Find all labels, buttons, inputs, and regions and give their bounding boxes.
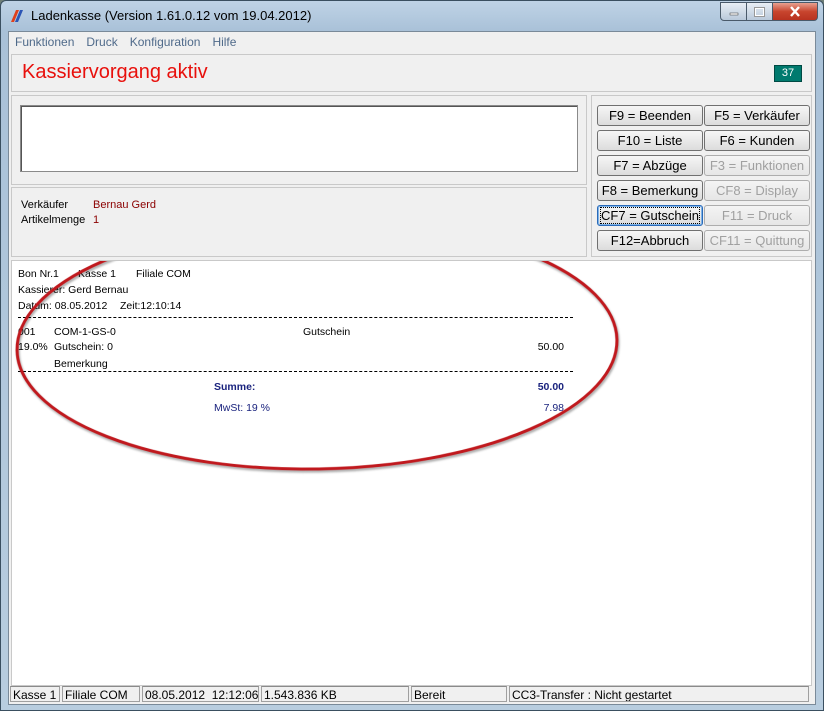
function-buttons: F9 = Beenden F5 = Verkäufer F10 = Liste …	[591, 95, 812, 257]
client-area: Funktionen Druck Konfiguration Hilfe Kas…	[8, 31, 816, 705]
info-panel: Verkäufer Bernau Gerd Artikelmenge 1	[11, 187, 587, 257]
close-button[interactable]	[773, 2, 818, 21]
seller-label: Verkäufer	[21, 199, 69, 211]
status-filiale: Filiale COM	[62, 686, 140, 702]
maximize-button[interactable]	[747, 2, 773, 21]
status-title: Kassiervorgang aktiv	[22, 61, 208, 83]
cf8-display-button[interactable]: CF8 = Display	[704, 180, 810, 201]
cf11-quittung-button[interactable]: CF11 = Quittung	[704, 230, 810, 251]
status-transfer: CC3-Transfer : Nicht gestartet	[509, 686, 809, 702]
f9-beenden-button[interactable]: F9 = Beenden	[597, 105, 703, 126]
app-window: Ladenkasse (Version 1.61.0.12 vom 19.04.…	[0, 0, 824, 711]
minimize-icon	[729, 12, 738, 15]
status-kasse: Kasse 1	[10, 686, 60, 702]
window-title: Ladenkasse (Version 1.61.0.12 vom 19.04.…	[31, 8, 312, 23]
seller-row: Verkäufer Bernau Gerd	[21, 199, 156, 211]
annotation-ellipse	[15, 261, 619, 471]
app-icon	[11, 10, 23, 22]
f6-kunden-button[interactable]: F6 = Kunden	[704, 130, 810, 151]
status-bar: Kasse 1 Filiale COM 08.05.2012 12:12:06 …	[10, 686, 815, 704]
menu-hilfe[interactable]: Hilfe	[206, 35, 242, 49]
minimize-button[interactable]	[720, 2, 747, 21]
quantity-value: 1	[93, 214, 100, 226]
quantity-label: Artikelmenge	[21, 214, 86, 226]
quantity-row: Artikelmenge 1	[21, 214, 99, 226]
status-memory: 1.543.836 KB	[261, 686, 409, 702]
close-icon	[790, 6, 800, 17]
status-state: Bereit	[411, 686, 507, 702]
menu-druck[interactable]: Druck	[80, 35, 123, 49]
customer-display	[20, 105, 578, 172]
f5-verkaeufer-button[interactable]: F5 = Verkäufer	[704, 105, 810, 126]
status-header: Kassiervorgang aktiv 37	[11, 54, 812, 92]
f7-abzuege-button[interactable]: F7 = Abzüge	[597, 155, 703, 176]
receipt-area: Bon Nr.1 Kasse 1 Filiale COM Kassierer: …	[11, 260, 812, 686]
cf7-gutschein-button[interactable]: CF7 = Gutschein	[597, 205, 703, 226]
window-controls	[720, 2, 818, 22]
title-bar[interactable]: Ladenkasse (Version 1.61.0.12 vom 19.04.…	[1, 1, 823, 31]
menu-funktionen[interactable]: Funktionen	[9, 35, 80, 49]
counter-badge: 37	[774, 65, 802, 82]
seller-value: Bernau Gerd	[93, 199, 156, 211]
menu-konfiguration[interactable]: Konfiguration	[124, 35, 207, 49]
f10-liste-button[interactable]: F10 = Liste	[597, 130, 703, 151]
display-panel	[11, 95, 587, 185]
status-datetime: 08.05.2012 12:12:06	[142, 686, 259, 702]
f11-druck-button[interactable]: F11 = Druck	[704, 205, 810, 226]
maximize-icon	[754, 6, 765, 17]
menu-bar: Funktionen Druck Konfiguration Hilfe	[9, 32, 815, 52]
f12-abbruch-button[interactable]: F12=Abbruch	[597, 230, 703, 251]
f8-bemerkung-button[interactable]: F8 = Bemerkung	[597, 180, 703, 201]
f3-funktionen-button[interactable]: F3 = Funktionen	[704, 155, 810, 176]
